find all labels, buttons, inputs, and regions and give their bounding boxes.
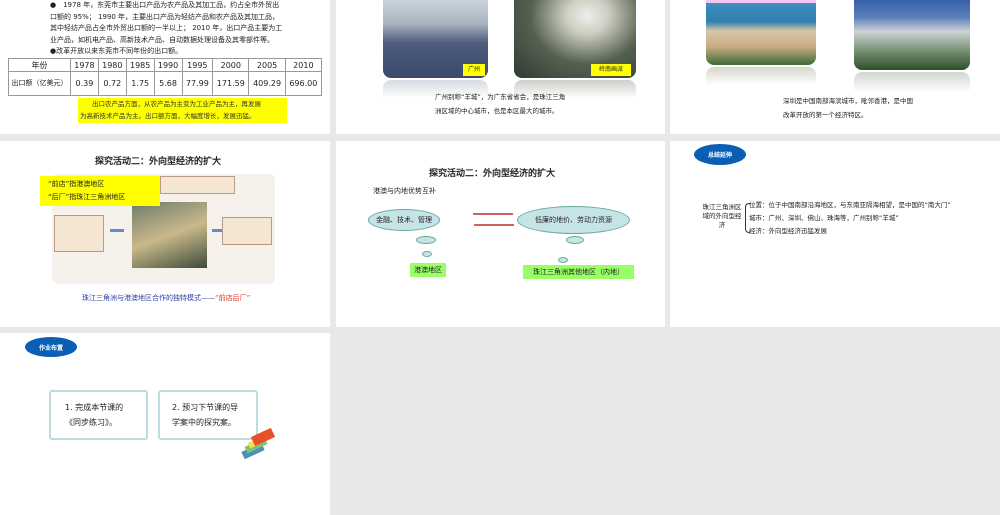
caption: 深圳是中国南部海滨城市，毗邻香港，是中国 改革开放的第一个经济特区。 <box>783 94 913 122</box>
slide-thumbnail-5[interactable]: 探究活动二：外向型经济的扩大 港澳与内地优势互补 金融、技术、管理 低廉的地价、… <box>336 141 665 327</box>
summary-heading: 珠江三角洲区域的外向型经济 <box>702 203 742 229</box>
subtitle: 港澳与内地优势互补 <box>373 187 436 195</box>
slide1-text: ● 1978 年，东莞市主要出口产品为农产品及其加工品，约占全市外贸出 口额的 … <box>50 0 282 58</box>
bubble-dot <box>566 236 584 244</box>
value-cell: 0.72 <box>97 71 127 96</box>
header-cell: 1980 <box>97 58 127 72</box>
hk-macau-label: 港澳地区 <box>410 263 446 277</box>
text-line: ●改革开放以来东莞市不同年份的出口额。 <box>50 47 183 55</box>
text-line: “前店”指港澳地区 <box>48 180 105 188</box>
row-label: 出口额（亿美元） <box>8 71 71 96</box>
figure-box-right <box>222 217 272 245</box>
books-icon <box>240 427 276 461</box>
caption: 珠江三角洲与港澳地区合作的独特模式——“前店后厂” <box>82 293 250 305</box>
slide-title: 探究活动二：外向型经济的扩大 <box>429 169 556 179</box>
lingnan-label: 岭南画派 <box>591 64 631 76</box>
summary-item: 城市：广州、深圳、佛山、珠海等，广州别称“羊城” <box>749 214 899 222</box>
text-line: 《同步练习》。 <box>65 418 117 427</box>
header-cell: 2000 <box>212 58 250 72</box>
arrow-right-icon <box>473 213 513 215</box>
text-line: 广州别称“羊城”，为广东省省会，是珠江三角 <box>435 93 566 101</box>
text-line: 口额的 95%； 1990 年，主要出口产品为轻纺产品和农产品及其加工品， <box>50 12 280 21</box>
header-cell: 1985 <box>125 58 155 72</box>
value-cell: 5.68 <box>153 71 183 96</box>
photo-reflection <box>706 67 816 85</box>
slide-thumbnail-4[interactable]: 探究活动二：外向型经济的扩大 “前店”指港澳地区 “后厂”指珠江三角洲地区 珠江… <box>0 141 330 327</box>
photo-reflection <box>854 72 970 92</box>
slide-thumbnail-2[interactable]: 广州 岭南画派 广州别称“羊城”，为广东省省会，是珠江三角 洲区域的中心城市，也… <box>336 0 665 134</box>
thought-bubble-mainland: 低廉的地价、劳动力资源 <box>517 206 630 234</box>
text-line: 1. 完成本节课的 <box>65 403 124 412</box>
summary-item: 经济：外向型经济迅猛发展 <box>749 227 827 235</box>
export-table: 年份 1978 1980 1985 1990 1995 2000 2005 20… <box>8 58 323 96</box>
text-line: 为高新技术产品为主。出口额方面，大幅度增长，发展迅猛。 <box>80 112 256 120</box>
summary-pill: 总结延伸 <box>694 144 746 165</box>
mainland-label: 珠江三角洲其他地区（内地） <box>523 265 634 279</box>
header-cell: 年份 <box>8 58 71 72</box>
caption: 广州别称“羊城”，为广东省省会，是珠江三角 洲区域的中心城市，也是本区最大的城市… <box>435 90 565 118</box>
text-line: 出口农产品方面，从农产品为主变为工业产品为主，再发展 <box>92 100 261 108</box>
header-cell: 2005 <box>248 58 286 72</box>
slide-thumbnail-7[interactable]: 作业布置 1. 完成本节课的 《同步练习》。 2. 预习下节课的导 学案中的探究… <box>0 333 330 515</box>
text-line: 业产品，如机电产品、高新技术产品、自动数据处理设备及其零部件等。 <box>50 35 274 44</box>
text-line: 其中轻纺产品占全市外贸出口额的一半以上； 2010 年，出口产品主要为工 <box>50 24 283 32</box>
text-line: 洲区域的中心城市，也是本区最大的城市。 <box>435 107 559 115</box>
highlight-note: 出口农产品方面，从农产品为主变为工业产品为主，再发展 为高新技术产品为主。出口额… <box>78 98 287 123</box>
header-cell: 1995 <box>181 58 214 72</box>
slide-thumbnail-6[interactable]: 总结延伸 珠江三角洲区域的外向型经济 位置：位于中国南部沿海地区，与东南亚隔海相… <box>670 141 1000 327</box>
header-cell: 1990 <box>153 58 183 72</box>
header-cell: 1978 <box>70 58 99 72</box>
slide-thumbnail-3[interactable]: 深圳是中国南部海滨城市，毗邻香港，是中国 改革开放的第一个经济特区。 <box>670 0 1000 134</box>
text-line: “后厂”指珠江三角洲地区 <box>48 193 126 201</box>
text-line: 学案中的探究案。 <box>172 418 236 427</box>
caption-highlight: “前店后厂” <box>215 294 251 302</box>
header-cell: 2010 <box>284 58 323 72</box>
shenzhen-photo-2 <box>854 0 970 70</box>
arrow-icon <box>110 229 124 232</box>
text-line: ● 1978 年，东莞市主要出口产品为农产品及其加工品，约占全市外贸出 <box>50 1 280 9</box>
homework-box-1: 1. 完成本节课的 《同步练习》。 <box>49 390 148 440</box>
text-line: 2. 预习下节课的导 <box>172 403 239 412</box>
factory-photo <box>132 202 207 268</box>
summary-list: 位置：位于中国南部沿海地区，与东南亚隔海相望，是中国的“南大门” 城市：广州、深… <box>749 199 974 238</box>
guangzhou-label: 广州 <box>463 64 485 76</box>
shenzhen-photo-1 <box>706 3 816 65</box>
bubble-dot <box>558 257 568 263</box>
slide-title: 探究活动二：外向型经济的扩大 <box>95 157 222 167</box>
value-cell: 1.75 <box>125 71 155 96</box>
bubble-dot <box>422 251 432 257</box>
value-cell: 171.59 <box>212 71 250 96</box>
caption-text: 珠江三角洲与港澳地区合作的独特模式—— <box>82 294 215 302</box>
bubble-dot <box>416 236 436 244</box>
summary-item: 位置：位于中国南部沿海地区，与东南亚隔海相望，是中国的“南大门” <box>749 201 951 209</box>
slide-thumbnail-1[interactable]: ● 1978 年，东莞市主要出口产品为农产品及其加工品，约占全市外贸出 口额的 … <box>0 0 330 134</box>
text-line: 改革开放的第一个经济特区。 <box>783 111 868 119</box>
figure-box-top <box>160 176 235 194</box>
value-cell: 77.99 <box>181 71 214 96</box>
value-cell: 696.00 <box>284 71 323 96</box>
homework-pill: 作业布置 <box>25 337 77 357</box>
text-line: 深圳是中国南部海滨城市，毗邻香港，是中国 <box>783 97 913 105</box>
value-cell: 0.39 <box>70 71 99 96</box>
figure-box-left <box>54 215 104 252</box>
highlight-box: “前店”指港澳地区 “后厂”指珠江三角洲地区 <box>40 176 160 206</box>
arrow-left-icon <box>474 224 514 226</box>
thought-bubble-hk-macau: 金融、技术、管理 <box>368 209 440 231</box>
value-cell: 409.29 <box>248 71 286 96</box>
